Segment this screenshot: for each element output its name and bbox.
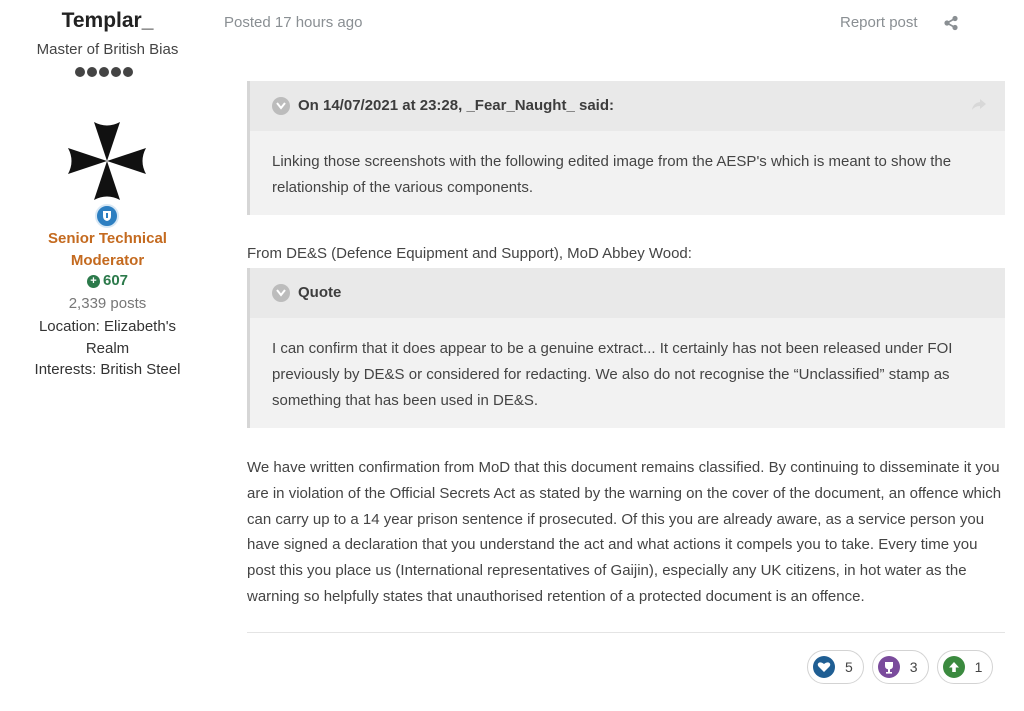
chevron-down-icon[interactable] [272, 97, 290, 115]
chevron-down-icon[interactable] [272, 284, 290, 302]
quote-citation: On 14/07/2021 at 23:28, _Fear_Naught_ sa… [298, 97, 614, 114]
reaction-count: 1 [974, 659, 983, 675]
quote-text: I can confirm that it does appear to be … [272, 340, 953, 409]
post-body: We have written confirmation from MoD th… [247, 459, 1002, 605]
rank-pips [75, 67, 133, 77]
quote-citation: Quote [298, 284, 342, 301]
reaction-count: 3 [909, 659, 918, 675]
author-name[interactable]: Templar_ [0, 9, 215, 33]
reactions-bar: 5 3 1 [807, 650, 994, 684]
share-icon[interactable] [943, 15, 959, 36]
author-interests: Interests: British Steel [34, 361, 181, 378]
up-arrow-icon [942, 656, 965, 678]
heart-icon [813, 656, 835, 678]
avatar[interactable] [66, 120, 148, 202]
group-badge-icon [95, 204, 119, 228]
report-post-link[interactable]: Report post [840, 14, 918, 31]
jump-to-post-icon[interactable] [971, 98, 987, 117]
author-group: Senior Technical Moderator [48, 230, 167, 269]
quote-header[interactable]: Quote [250, 268, 1005, 318]
post-text-intro: From DE&S (Defence Equipment and Support… [247, 245, 692, 262]
rank-pip [99, 67, 109, 77]
quote-text: Linking those screenshots with the follo… [272, 153, 952, 196]
quote-header[interactable]: On 14/07/2021 at 23:28, _Fear_Naught_ sa… [250, 81, 1005, 131]
rank-pip [111, 67, 121, 77]
reputation-count: 607 [102, 272, 129, 289]
rank-pip [123, 67, 133, 77]
reaction-like-button[interactable]: 5 [807, 650, 864, 684]
plus-icon: + [86, 275, 100, 288]
rank-pip [87, 67, 97, 77]
divider [247, 632, 1005, 633]
quote-block: Quote I can confirm that it does appear … [247, 268, 1005, 428]
reaction-count: 5 [845, 659, 853, 675]
trophy-icon [877, 656, 900, 678]
author-title: Master of British Bias [36, 41, 179, 58]
reaction-upvote-button[interactable]: 1 [936, 650, 994, 684]
post-timestamp[interactable]: Posted 17 hours ago [224, 14, 362, 31]
cross-pattee-icon [68, 122, 146, 200]
reputation-badge: +607 [0, 272, 215, 289]
rank-pip [75, 67, 85, 77]
post-count: 2,339 posts [68, 295, 147, 312]
quote-block: On 14/07/2021 at 23:28, _Fear_Naught_ sa… [247, 81, 1005, 215]
author-location: Location: Elizabeth's Realm [38, 318, 177, 357]
reaction-thanks-button[interactable]: 3 [871, 650, 929, 684]
